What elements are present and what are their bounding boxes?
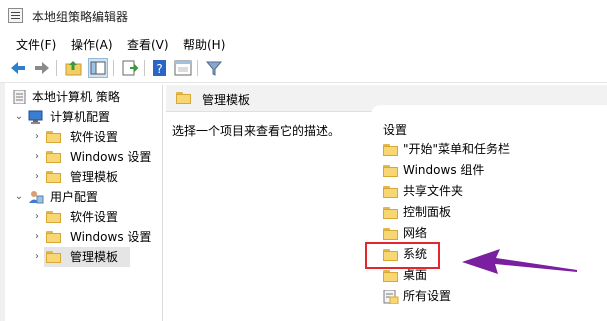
annotation-arrow-icon xyxy=(462,249,577,274)
